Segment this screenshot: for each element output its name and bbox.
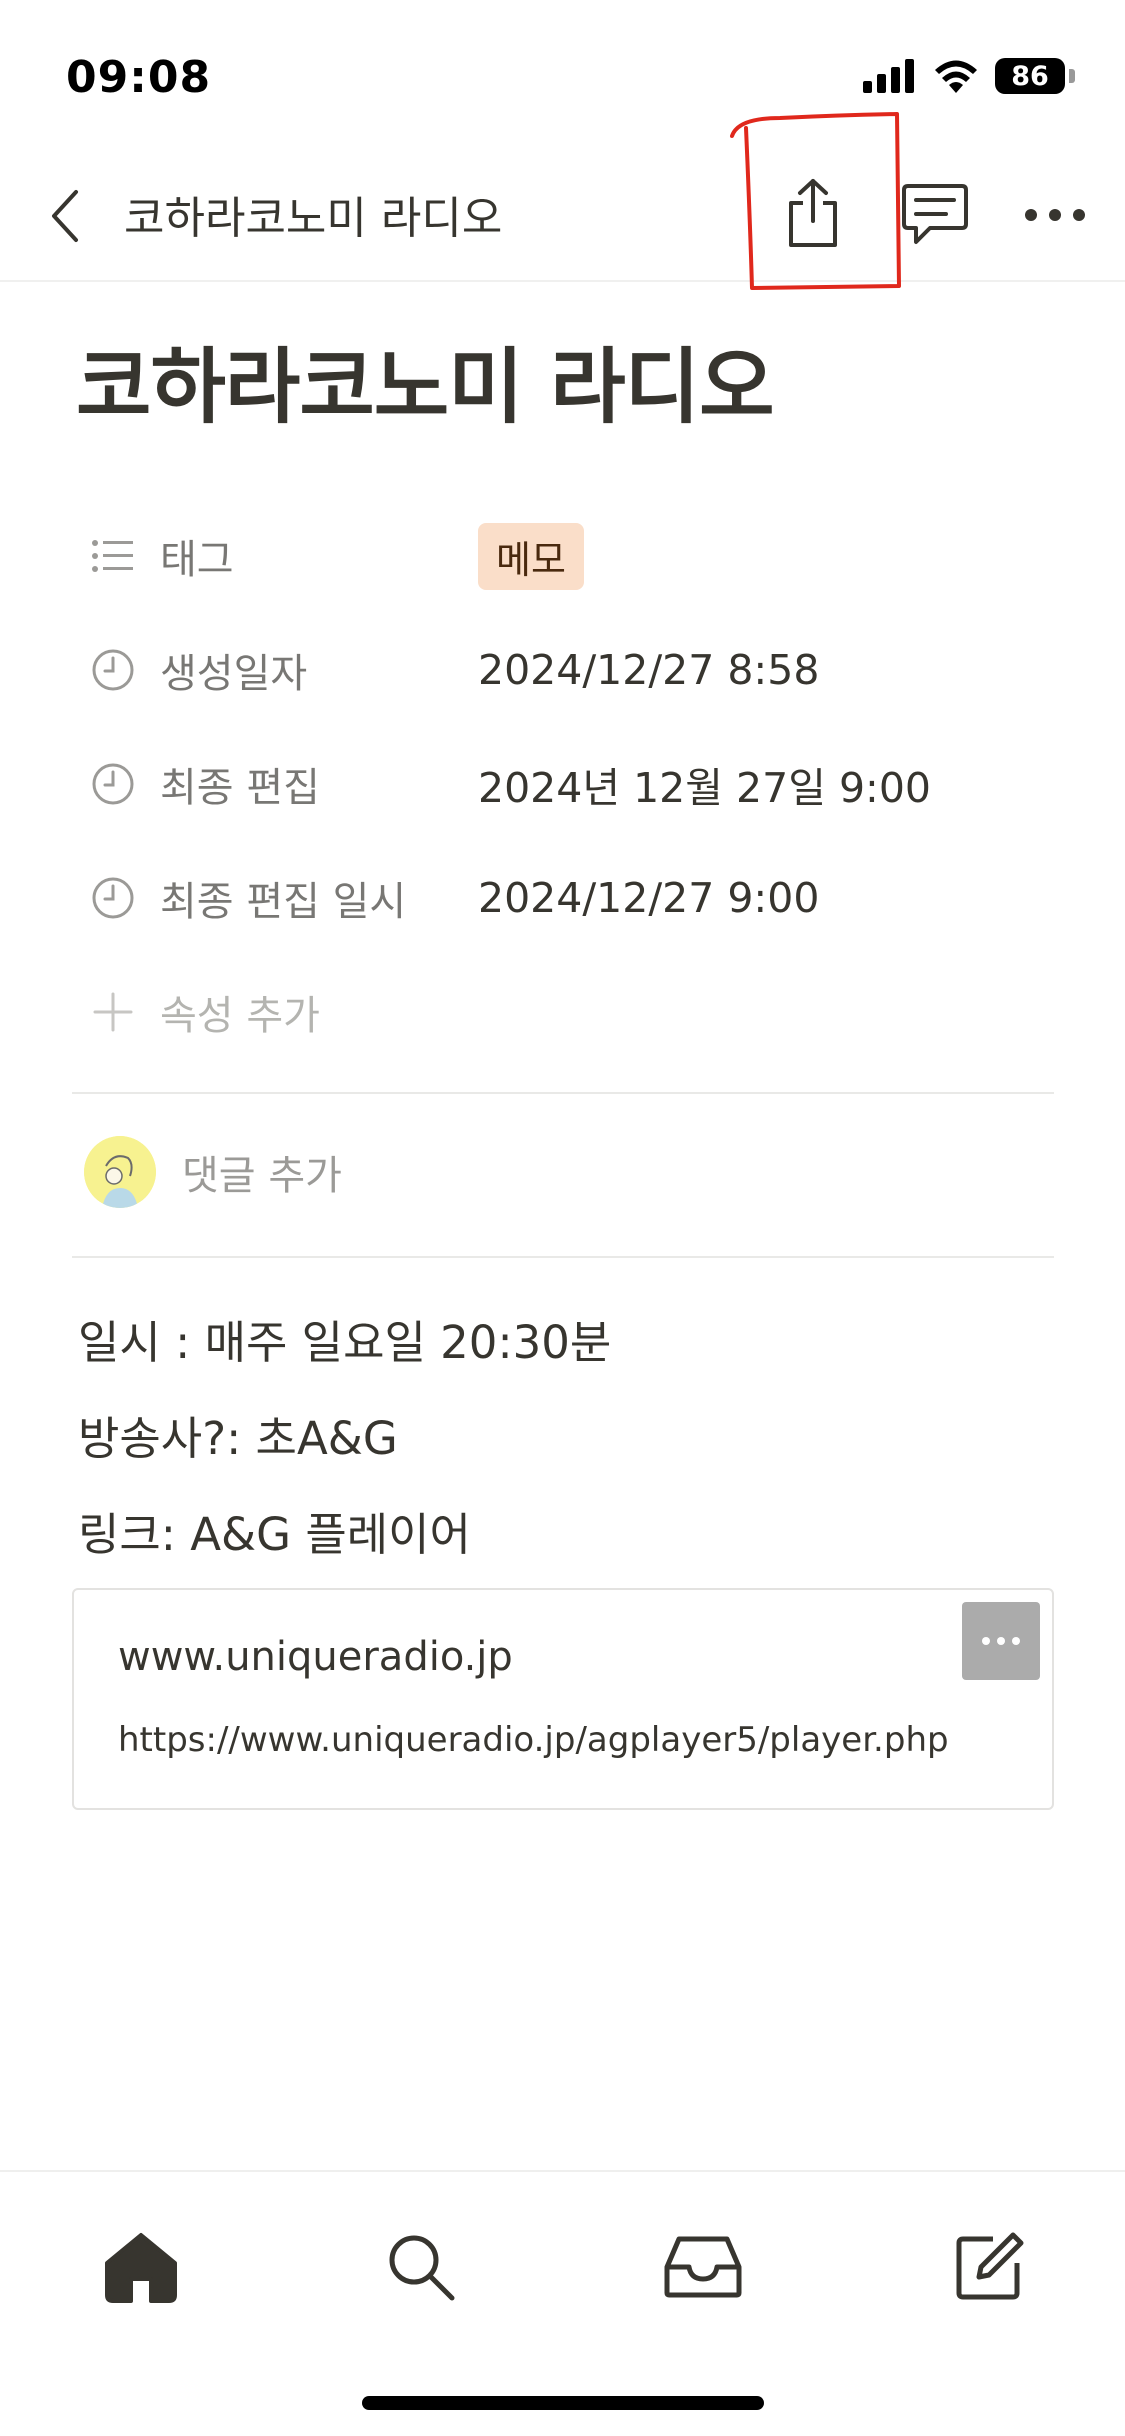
status-time: 09:08 [66, 52, 212, 103]
body-text-link[interactable]: 링크: A&G 플레이어 [78, 1498, 471, 1563]
more-options-button[interactable] [1010, 172, 1100, 258]
comment-input[interactable]: 댓글 추가 [182, 1143, 342, 1201]
comment-icon [902, 184, 968, 244]
wifi-icon [935, 60, 977, 93]
property-value: 2024/12/27 9:00 [478, 874, 820, 922]
bookmark-card[interactable]: www.uniqueradio.jp https://www.uniquerad… [72, 1588, 1054, 1810]
header-title: 코하라코노미 라디오 [124, 193, 503, 244]
property-value: 2024년 12월 27일 9:00 [478, 764, 932, 812]
property-label: 생성일자 [160, 651, 308, 697]
chevron-left-icon [52, 190, 78, 242]
avatar [84, 1136, 156, 1208]
cellular-signal-icon [863, 59, 914, 93]
divider [72, 1092, 1054, 1094]
status-icons: 86 [863, 58, 1075, 94]
home-icon [105, 2233, 177, 2303]
more-horizontal-icon [1025, 209, 1085, 221]
battery-icon: 86 [995, 58, 1065, 94]
property-created-date[interactable]: 생성일자 2024/12/27 8:58 [88, 630, 1048, 710]
more-dot-icon [1012, 1637, 1020, 1645]
page-header: 코하라코노미 라디오 [0, 150, 1125, 282]
property-value: 2024/12/27 8:58 [478, 646, 820, 694]
add-property-label: 속성 추가 [160, 993, 320, 1039]
page-title: 코하라코노미 라디오 [76, 340, 775, 435]
nav-inbox-button[interactable] [648, 2212, 758, 2322]
body-text-broadcaster[interactable]: 방송사?: 초A&G [78, 1402, 398, 1467]
body-text-schedule[interactable]: 일시 : 매주 일요일 20:30분 [78, 1306, 611, 1371]
property-last-edited[interactable]: 최종 편집 2024년 12월 27일 9:00 [88, 744, 1048, 824]
clock-icon [88, 873, 138, 923]
clock-icon [88, 645, 138, 695]
bookmark-url: https://www.uniqueradio.jp/agplayer5/pla… [118, 1720, 949, 1760]
nav-search-button[interactable] [366, 2212, 476, 2322]
share-icon [789, 179, 837, 247]
comments-button[interactable] [890, 172, 980, 258]
tag-chip[interactable]: 메모 [478, 522, 584, 590]
divider [72, 1256, 1054, 1258]
plus-icon [88, 987, 138, 1037]
property-label: 최종 편집 [160, 765, 320, 811]
share-button[interactable] [770, 170, 856, 256]
bookmark-more-button[interactable] [962, 1602, 1040, 1680]
notion-page-screen: 09:08 86 코하라코노미 라디오 코하라코노미 라디오 태그 메모 생성일… [0, 0, 1125, 2436]
compose-icon [956, 2232, 1024, 2300]
property-tags[interactable]: 태그 메모 [88, 516, 1048, 596]
list-icon [88, 531, 138, 581]
add-property-button[interactable]: 속성 추가 [88, 972, 1048, 1052]
search-icon [389, 2235, 455, 2301]
status-bar: 09:08 86 [0, 0, 1125, 150]
home-indicator [362, 2396, 764, 2410]
nav-home-button[interactable] [86, 2212, 196, 2322]
battery-level: 86 [1011, 60, 1049, 92]
more-dot-icon [997, 1637, 1005, 1645]
bookmark-title: www.uniqueradio.jp [118, 1634, 513, 1680]
clock-icon [88, 759, 138, 809]
nav-compose-button[interactable] [934, 2212, 1044, 2322]
inbox-icon [664, 2236, 742, 2298]
more-dot-icon [982, 1637, 990, 1645]
add-comment-row[interactable]: 댓글 추가 [84, 1136, 342, 1208]
property-label: 최종 편집 일시 [160, 879, 407, 925]
battery-tip [1069, 69, 1075, 83]
property-last-edited-time[interactable]: 최종 편집 일시 2024/12/27 9:00 [88, 858, 1048, 938]
property-label: 태그 [160, 537, 234, 583]
back-button[interactable] [30, 178, 100, 254]
